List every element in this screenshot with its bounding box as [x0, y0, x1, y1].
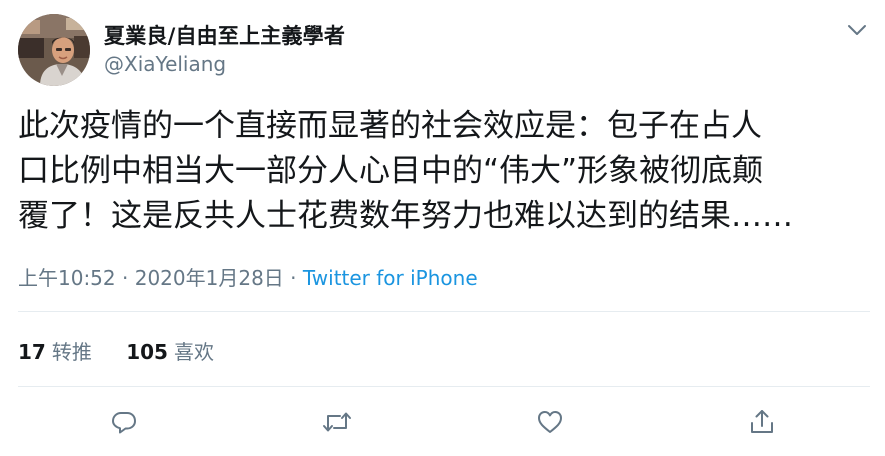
share-icon[interactable] — [745, 405, 779, 439]
likes-stat[interactable]: 105 喜欢 — [126, 336, 214, 365]
likes-count: 105 — [126, 340, 168, 364]
avatar[interactable] — [18, 14, 90, 86]
heart-icon[interactable] — [533, 405, 567, 439]
chevron-down-icon[interactable] — [846, 22, 868, 38]
display-name[interactable]: 夏業良/自由至上主義學者 — [104, 20, 345, 50]
retweets-label: 转推 — [51, 340, 92, 364]
tweet-text-line: 口比例中相当大一部分人心目中的“伟大”形象被彻底颠 — [18, 153, 764, 189]
tweet-stats: 17 转推 105 喜欢 — [18, 336, 242, 365]
tweet-text-line: 覆了！这是反共人士花费数年努力也难以达到的结果…… — [18, 198, 793, 234]
tweet-time[interactable]: 上午10:52 — [18, 266, 116, 290]
divider — [18, 311, 870, 312]
tweet-date[interactable]: 2020年1月28日 — [135, 266, 284, 290]
tweet-text-line: 此次疫情的一个直接而显著的社会效应是：包子在占人 — [18, 108, 762, 144]
retweets-stat[interactable]: 17 转推 — [18, 336, 92, 365]
retweet-icon[interactable] — [320, 405, 354, 439]
user-handle[interactable]: @XiaYeliang — [104, 52, 226, 76]
meta-separator: · — [122, 266, 129, 290]
tweet-text: 此次疫情的一个直接而显著的社会效应是：包子在占人 口比例中相当大一部分人心目中的… — [18, 104, 878, 239]
tweet-card: 夏業良/自由至上主義學者 @XiaYeliang 此次疫情的一个直接而显著的社会… — [0, 0, 885, 456]
tweet-source-link[interactable]: Twitter for iPhone — [303, 266, 478, 290]
reply-icon[interactable] — [107, 405, 141, 439]
likes-label: 喜欢 — [173, 340, 214, 364]
divider — [18, 386, 870, 387]
meta-separator: · — [290, 266, 297, 290]
avatar-photo — [18, 14, 90, 86]
retweets-count: 17 — [18, 340, 46, 364]
tweet-meta: 上午10:52 · 2020年1月28日 · Twitter for iPhon… — [18, 262, 478, 291]
